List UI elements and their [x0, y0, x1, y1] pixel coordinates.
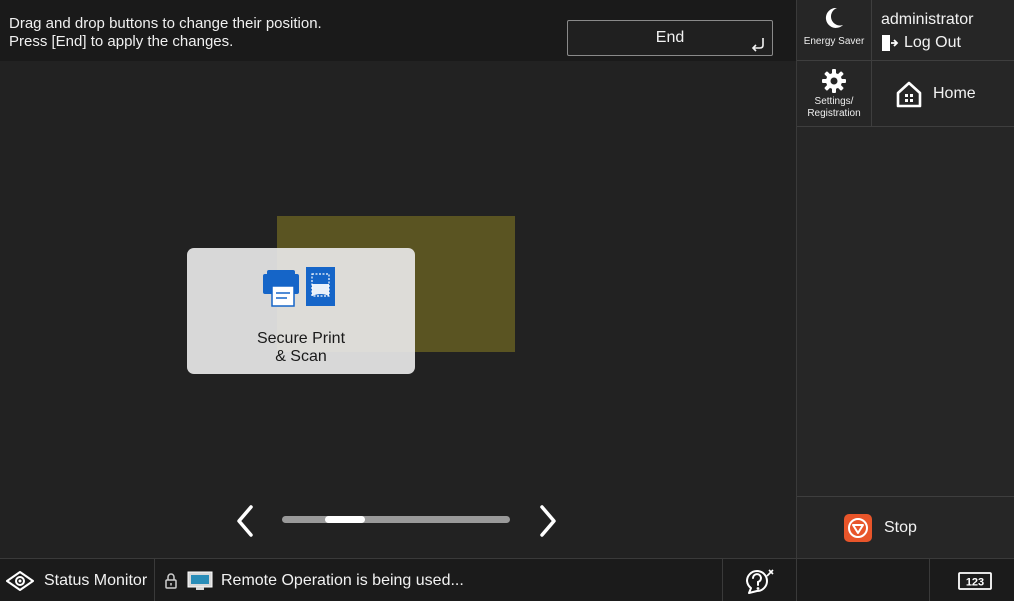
remote-operation-message: Remote Operation is being used... — [221, 571, 464, 589]
chevron-left-icon[interactable] — [232, 503, 258, 539]
divider — [929, 559, 930, 601]
logout-button[interactable]: Log Out — [881, 34, 961, 52]
page-indicator-thumb[interactable] — [325, 516, 365, 523]
monitor-icon — [187, 571, 213, 590]
home-button[interactable]: Home — [872, 61, 1014, 127]
user-panel: administrator Log Out — [872, 0, 1014, 61]
instruction-text: Drag and drop buttons to change their po… — [9, 15, 322, 51]
status-monitor-button[interactable]: Status Monitor — [0, 559, 155, 601]
gear-icon — [822, 69, 846, 93]
stop-button[interactable]: Stop — [797, 496, 1014, 558]
settings-registration-button[interactable]: Settings/ Registration — [797, 61, 872, 127]
printer-scan-icon — [263, 267, 335, 307]
enter-key-icon — [751, 38, 764, 52]
instruction-line-2: Press [End] to apply the changes. — [9, 33, 234, 50]
stop-label: Stop — [884, 518, 917, 536]
remote-operation-status: Remote Operation is being used... — [164, 559, 464, 601]
end-button[interactable]: End — [567, 20, 773, 56]
svg-text:123: 123 — [966, 577, 984, 589]
side-panel: Energy Saver administrator Log Out Setti… — [796, 0, 1014, 558]
divider — [796, 559, 797, 601]
tile-label: Secure Print & Scan — [256, 330, 346, 365]
divider — [722, 559, 723, 601]
chevron-right-icon[interactable] — [535, 503, 561, 539]
home-edit-area: Secure Print & Scan — [0, 61, 796, 558]
logout-icon — [882, 35, 899, 51]
status-monitor-label: Status Monitor — [44, 571, 148, 589]
home-icon — [896, 81, 922, 107]
lock-icon — [165, 572, 177, 589]
energy-saver-button[interactable]: Energy Saver — [797, 0, 872, 61]
page-indicator[interactable] — [282, 516, 510, 523]
moon-icon — [825, 7, 843, 28]
end-button-label: End — [655, 29, 685, 46]
user-name: administrator — [881, 11, 974, 28]
home-label: Home — [933, 84, 976, 102]
energy-saver-label: Energy Saver — [803, 36, 865, 47]
status-bar: Status Monitor Remote Operation is being… — [0, 558, 1014, 601]
eye-icon — [6, 570, 34, 591]
settings-label: Settings/ Registration — [807, 96, 861, 119]
123-counter-icon[interactable]: 123 — [958, 572, 992, 590]
secure-print-scan-tile[interactable]: Secure Print & Scan — [187, 248, 415, 374]
logout-label: Log Out — [904, 34, 961, 51]
edit-mode-header: Drag and drop buttons to change their po… — [0, 0, 796, 61]
stop-icon — [844, 513, 872, 542]
help-icon[interactable] — [743, 567, 775, 595]
instruction-line-1: Drag and drop buttons to change their po… — [9, 15, 322, 32]
